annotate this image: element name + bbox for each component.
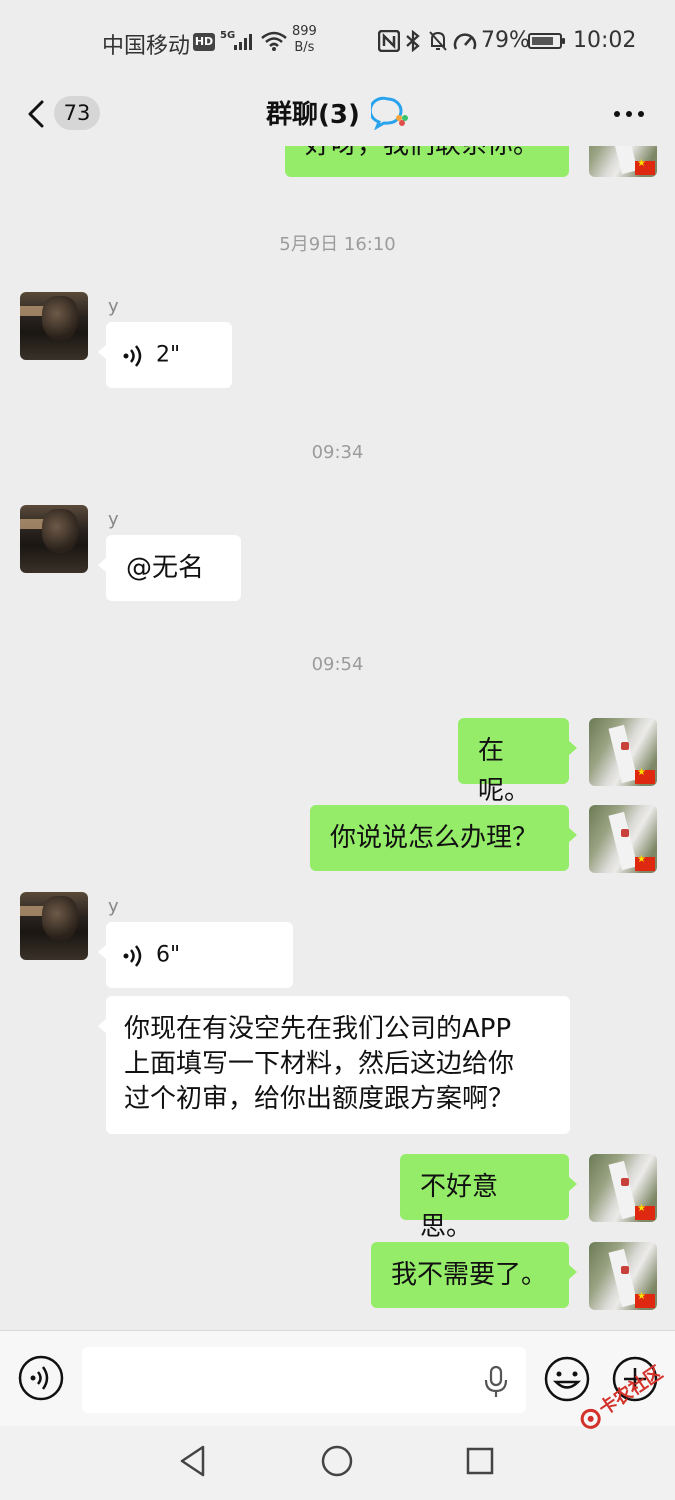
- timestamp: 5月9日 16:10: [279, 234, 396, 255]
- avatar-self[interactable]: [589, 805, 657, 873]
- message-text: 好呀，我们联系你。: [305, 146, 539, 160]
- avatar-photo-face: [42, 296, 78, 340]
- message-bubble-partial[interactable]: 好呀，我们联系你。: [285, 146, 569, 177]
- voice-wave-icon: [123, 344, 142, 367]
- voice-message[interactable]: 6": [98, 922, 293, 988]
- system-nav-bar: [0, 1426, 675, 1500]
- voice-message[interactable]: 2": [98, 322, 232, 388]
- avatar-photo: [608, 1248, 638, 1308]
- signal-icon: [234, 34, 252, 50]
- battery-fill: [532, 37, 553, 45]
- message-bubble[interactable]: 在呢。: [458, 718, 577, 806]
- nav-home-icon[interactable]: [320, 1444, 354, 1478]
- message-text: 你说说怎么办理？: [330, 823, 539, 853]
- hd-badge: HD: [193, 33, 215, 51]
- nav-back-icon[interactable]: [177, 1444, 209, 1478]
- message-input[interactable]: [82, 1347, 526, 1413]
- message-text: @无名: [126, 553, 205, 583]
- avatar-self[interactable]: [589, 146, 657, 177]
- timestamp: 09:54: [311, 654, 364, 675]
- sender-name: y: [108, 296, 119, 317]
- flag-icon: [635, 158, 655, 175]
- avatar-self[interactable]: [589, 1242, 657, 1310]
- message-bubble[interactable]: 我不需要了。: [371, 1242, 577, 1308]
- flag-icon: [635, 1203, 655, 1220]
- chat-title[interactable]: 群聊(3): [266, 100, 360, 130]
- avatar-photo-detail: [621, 829, 629, 837]
- nav-recent-apps-icon[interactable]: [465, 1446, 495, 1476]
- avatar-y[interactable]: [20, 505, 88, 573]
- avatar-y[interactable]: [20, 292, 88, 360]
- mic-icon[interactable]: [482, 1365, 510, 1399]
- speedometer-icon: [453, 33, 477, 50]
- bluetooth-icon: [406, 30, 420, 52]
- emoji-icon[interactable]: [543, 1355, 591, 1403]
- avatar-photo-detail: [621, 1178, 629, 1186]
- voice-duration: 6": [156, 942, 181, 968]
- avatar-photo-face: [42, 509, 78, 553]
- message-bubble[interactable]: 你现在有没空先在我们公司的APP 上面填写一下材料，然后这边给你 过个初审，给你…: [98, 996, 570, 1134]
- flag-icon: [635, 767, 655, 784]
- sender-name: y: [108, 896, 119, 917]
- flag-icon: [635, 1291, 655, 1308]
- network-speed: 899 B/s: [292, 24, 317, 56]
- voice-duration: 2": [156, 342, 181, 368]
- flag-icon: [635, 854, 655, 871]
- carrier-name: 中国移动: [102, 34, 191, 59]
- message-text-line: 过个初审，给你出额度跟方案啊？: [124, 1084, 515, 1114]
- avatar-self[interactable]: [589, 718, 657, 786]
- battery-icon: [528, 33, 565, 49]
- message-bubble[interactable]: @无名: [98, 535, 241, 601]
- message-text-line: 上面填写一下材料，然后这边给你: [124, 1049, 515, 1079]
- wifi-icon: [261, 31, 287, 51]
- group-chat-badge-icon: [370, 96, 408, 130]
- clock: 10:02: [573, 28, 637, 53]
- mute-bell-icon: [429, 31, 447, 51]
- avatar-photo: [608, 1160, 638, 1220]
- nfc-icon: [378, 30, 400, 52]
- message-bubble[interactable]: 不好意思。: [400, 1154, 577, 1242]
- avatar-photo-detail: [621, 742, 629, 750]
- avatar-photo: [608, 811, 638, 871]
- chat-header: 73 群聊(3): [0, 86, 675, 146]
- avatar-photo: [608, 146, 638, 175]
- battery-percent: 79%: [481, 28, 530, 53]
- avatar-photo-face: [42, 896, 78, 940]
- message-text: 不好意思。: [420, 1172, 499, 1242]
- voice-toggle-icon[interactable]: [18, 1355, 64, 1401]
- avatar-y[interactable]: [20, 892, 88, 960]
- title-wrap: 群聊(3): [0, 94, 675, 131]
- message-bubble[interactable]: 你说说怎么办理？: [310, 805, 577, 871]
- message-text: 我不需要了。: [391, 1260, 548, 1290]
- voice-wave-icon: [123, 944, 142, 967]
- speed-unit: B/s: [294, 40, 315, 55]
- status-bar: 中国移动 HD 5G 899 B/s 79% 10:02: [0, 0, 675, 86]
- timestamp: 09:34: [311, 442, 364, 463]
- message-text: 在呢。: [478, 736, 531, 806]
- network-type: 5G: [220, 30, 236, 41]
- avatar-photo: [608, 724, 638, 784]
- chat-history[interactable]: 好呀，我们联系你。 5月9日 16:10 y 2" 09:34 y @无名 09…: [0, 146, 675, 1330]
- avatar-photo-detail: [621, 1266, 629, 1274]
- message-text-line: 你现在有没空先在我们公司的APP: [124, 1014, 512, 1044]
- speed-value: 899: [292, 24, 317, 39]
- avatar-self[interactable]: [589, 1154, 657, 1222]
- more-icon[interactable]: [609, 100, 649, 128]
- sender-name: y: [108, 509, 119, 530]
